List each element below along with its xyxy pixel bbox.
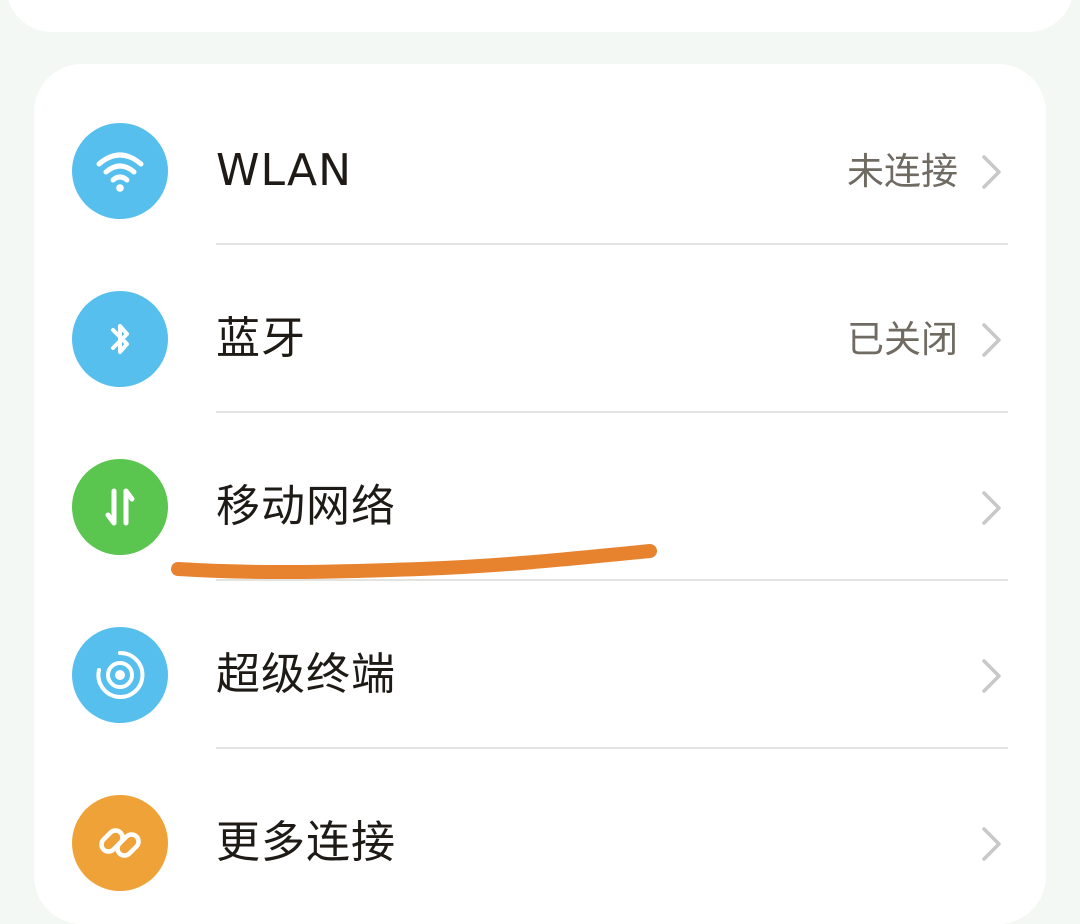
- super-device-setting-row[interactable]: 超级终端: [34, 580, 1046, 748]
- link-chain-icon: [72, 795, 168, 891]
- chevron-right-icon: [982, 491, 1001, 525]
- more-connections-label: 更多连接: [216, 817, 396, 868]
- wlan-status: 未连接: [847, 150, 958, 193]
- chevron-right-icon: [982, 659, 1001, 693]
- wlan-label: WLAN: [216, 145, 353, 196]
- mobile-network-setting-row[interactable]: 移动网络: [34, 412, 1046, 580]
- wifi-icon: [72, 123, 168, 219]
- wlan-setting-row[interactable]: WLAN 未连接: [34, 76, 1046, 244]
- super-device-icon: [72, 627, 168, 723]
- more-connections-setting-row[interactable]: 更多连接: [34, 748, 1046, 916]
- previous-section-card: [6, 0, 1074, 32]
- mobile-data-arrows-icon: [72, 459, 168, 555]
- bluetooth-setting-row[interactable]: 蓝牙 已关闭: [34, 244, 1046, 412]
- bluetooth-label: 蓝牙: [216, 313, 306, 364]
- mobile-network-label: 移动网络: [216, 481, 396, 532]
- chevron-right-icon: [982, 323, 1001, 357]
- connection-settings-card: WLAN 未连接 蓝牙 已关闭 移动网络 超级终端 更多连接: [34, 64, 1046, 924]
- super-device-label: 超级终端: [216, 649, 396, 700]
- chevron-right-icon: [982, 827, 1001, 861]
- bluetooth-icon: [72, 291, 168, 387]
- chevron-right-icon: [982, 155, 1001, 189]
- bluetooth-status: 已关闭: [847, 318, 958, 361]
